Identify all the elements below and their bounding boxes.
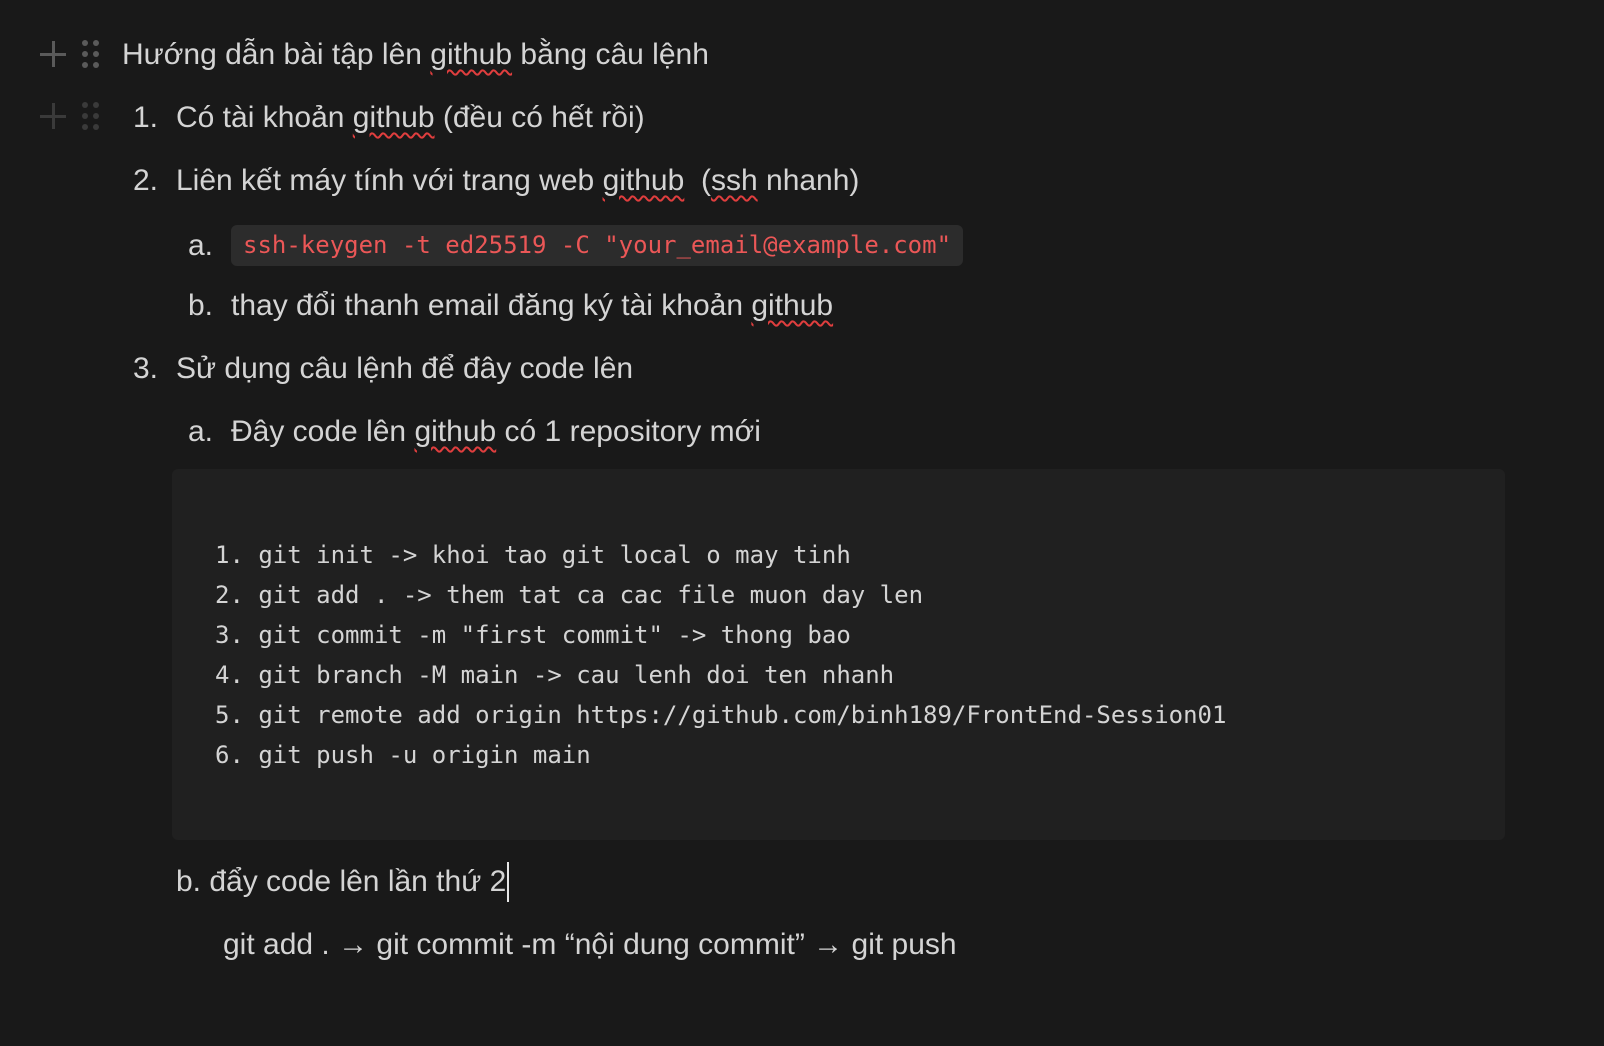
list-item-text: Có tài khoản — [176, 101, 353, 134]
code-line: 5. git remote add origin https://github.… — [215, 701, 1227, 729]
heading-text-misspelled: github — [430, 38, 513, 71]
list-item-2[interactable]: Liên kết máy tính với trang web github (… — [176, 161, 859, 201]
list-marker-3: 3. — [133, 352, 159, 385]
code-block[interactable]: 1. git init -> khoi tao git local o may … — [172, 469, 1505, 840]
code-line: 2. git add . -> them tat ca cac file muo… — [215, 581, 924, 609]
second-push-command-block[interactable]: git add . → git commit -m “nội dung comm… — [223, 925, 957, 965]
code-line: 1. git init -> khoi tao git local o may … — [215, 541, 851, 569]
second-push-command: git add . → git commit -m “nội dung comm… — [223, 928, 957, 961]
list-item-misspelled: github — [414, 415, 497, 448]
list-item-3a[interactable]: Đây code lên github có 1 repository mới — [231, 412, 761, 452]
drag-handle-icon[interactable] — [82, 101, 102, 131]
list-marker-2: 2. — [133, 164, 159, 197]
second-push-label: b. đẩy code lên lần thứ 2 — [176, 865, 507, 898]
second-push-label-block[interactable]: b. đẩy code lên lần thứ 2 — [176, 862, 510, 902]
list-item-text: có 1 repository mới — [496, 415, 761, 448]
list-marker-3a: a. — [188, 415, 214, 448]
list-item-text: thay đổi thanh email đăng ký tài khoản — [231, 289, 752, 322]
code-line: 6. git push -u origin main — [215, 741, 591, 769]
code-line: 3. git commit -m "first commit" -> thong… — [215, 621, 851, 649]
list-marker-2b: b. — [188, 289, 214, 322]
list-item-misspelled: ssh — [710, 164, 758, 197]
inline-code-ssh-keygen[interactable]: ssh-keygen -t ed25519 -C "your_email@exa… — [231, 225, 964, 266]
code-line: 4. git branch -M main -> cau lenh doi te… — [215, 661, 895, 689]
document-heading[interactable]: Hướng dẫn bài tập lên github bằng câu lệ… — [122, 35, 709, 75]
list-item-text: Sử dụng câu lệnh để đây code lên — [176, 352, 634, 385]
block-controls-heading — [38, 39, 102, 69]
text-caret — [507, 862, 510, 902]
drag-handle-icon[interactable] — [82, 39, 102, 69]
block-controls-item-1 — [38, 101, 102, 131]
list-item-misspelled: github — [751, 289, 834, 322]
list-item-text: Liên kết máy tính với trang web — [176, 164, 603, 197]
heading-text-after: bằng câu lệnh — [512, 38, 709, 71]
list-item-text: nhanh) — [757, 164, 860, 197]
add-block-plus-icon[interactable] — [38, 39, 68, 69]
list-item-misspelled: github — [352, 101, 435, 134]
list-marker-2a: a. — [188, 229, 214, 262]
list-item-text: (đều có hết rồi) — [434, 101, 645, 134]
heading-text-before: Hướng dẫn bài tập lên — [122, 38, 431, 71]
list-item-text: ( — [684, 164, 711, 197]
list-item-2b[interactable]: thay đổi thanh email đăng ký tài khoản g… — [231, 286, 833, 326]
list-item-3[interactable]: Sử dụng câu lệnh để đây code lên — [176, 349, 633, 389]
list-item-1[interactable]: Có tài khoản github (đều có hết rồi) — [176, 98, 645, 138]
list-marker-1: 1. — [133, 101, 159, 134]
add-block-plus-icon[interactable] — [38, 101, 68, 131]
list-item-misspelled: github — [602, 164, 685, 197]
list-item-text: Đây code lên — [231, 415, 415, 448]
